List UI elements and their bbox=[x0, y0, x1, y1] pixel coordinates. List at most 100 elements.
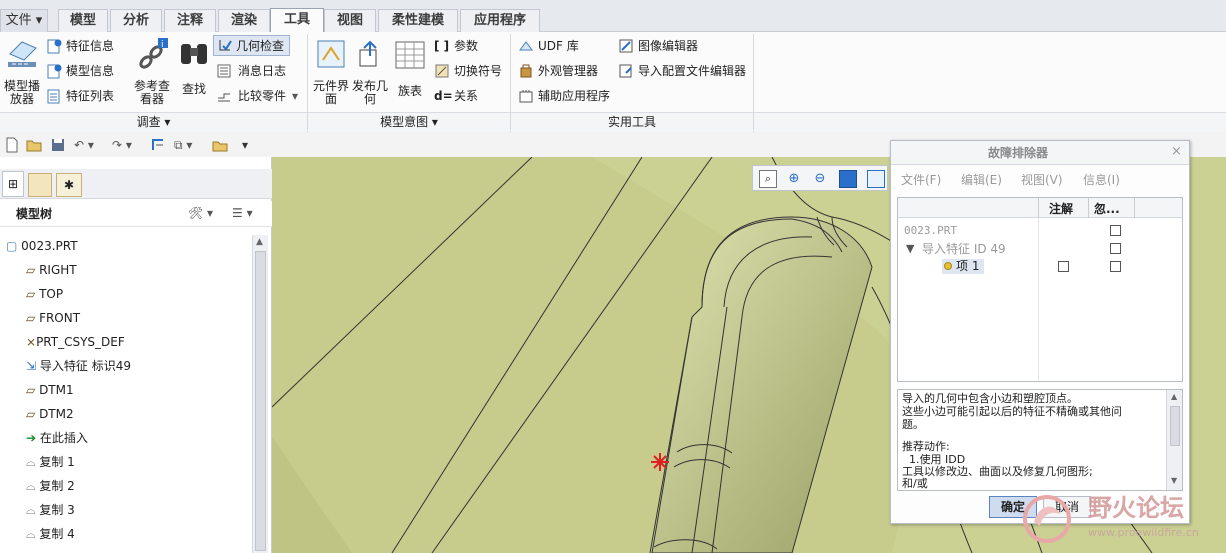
tree-item-label: TOP bbox=[39, 287, 64, 301]
model-player-label: 模型播放器 bbox=[3, 79, 40, 106]
tree-item-copy-1[interactable]: ⌓ 复制 1 bbox=[26, 450, 75, 474]
column-ignore[interactable]: 忽... bbox=[1094, 202, 1120, 216]
publish-geometry-button[interactable]: 发布几何 bbox=[352, 36, 388, 108]
tree-display-icon[interactable]: ☰ ▾ bbox=[232, 206, 253, 220]
undo-icon[interactable]: ↶ ▾ bbox=[74, 138, 94, 152]
tree-item-copy-2[interactable]: ⌓ 复制 2 bbox=[26, 474, 75, 498]
tree-item-csys[interactable]: ⨯PRT_CSYS_DEF bbox=[26, 330, 125, 354]
ignore-checkbox[interactable] bbox=[1110, 225, 1121, 236]
tab-model[interactable]: 模型 bbox=[58, 9, 108, 32]
compare-part-button[interactable]: 比较零件 ▾ bbox=[216, 86, 306, 106]
new-file-icon[interactable] bbox=[4, 137, 20, 153]
appearance-manager-button[interactable]: 外观管理器 bbox=[518, 61, 608, 81]
model-player-icon bbox=[8, 41, 37, 67]
menu-edit[interactable]: 编辑(E) bbox=[961, 173, 1002, 187]
scroll-up-icon[interactable]: ▲ bbox=[256, 237, 263, 247]
scroll-down-icon[interactable]: ▼ bbox=[1171, 476, 1177, 485]
close-window-icon[interactable] bbox=[212, 137, 228, 153]
tree-item-top[interactable]: ▱ TOP bbox=[26, 282, 63, 306]
scrollbar-thumb[interactable] bbox=[1170, 406, 1180, 446]
repaint-icon[interactable] bbox=[839, 170, 857, 188]
image-editor-button[interactable]: 图像编辑器 bbox=[618, 36, 708, 56]
message-log-button[interactable]: 消息日志 bbox=[216, 61, 296, 81]
copy-icon: ⌓ bbox=[26, 503, 36, 517]
switch-symbols-button[interactable]: 切换符号 bbox=[434, 61, 508, 81]
geometry-check-button[interactable]: 几何检查 bbox=[213, 35, 290, 56]
regenerate-icon[interactable] bbox=[150, 137, 166, 153]
publish-geometry-icon bbox=[359, 40, 377, 67]
selected-item[interactable]: 项 1 bbox=[942, 259, 984, 274]
ignore-checkbox[interactable] bbox=[1110, 243, 1121, 254]
annotation-checkbox[interactable] bbox=[1058, 261, 1069, 272]
forum-logo-icon bbox=[1023, 495, 1071, 543]
reference-viewer-label: 参考查看器 bbox=[133, 79, 170, 106]
datum-plane-icon: ▱ bbox=[26, 263, 36, 277]
tab-analysis[interactable]: 分析 bbox=[110, 9, 162, 32]
scrollbar-thumb[interactable] bbox=[255, 251, 266, 551]
group-utilities: 实用工具 bbox=[511, 112, 753, 132]
tab-annotate[interactable]: 注释 bbox=[164, 9, 216, 32]
expand-arrow-icon[interactable]: ▼ bbox=[906, 242, 914, 256]
tree-root-label[interactable]: 0023.PRT bbox=[904, 224, 957, 238]
message-scrollbar[interactable]: ▲ ▼ bbox=[1166, 390, 1182, 490]
tree-settings-icon[interactable]: 🛠 ▾ bbox=[188, 206, 213, 220]
zoom-out-icon[interactable]: ⊖ bbox=[811, 170, 829, 188]
column-annotation[interactable]: 注解 bbox=[1049, 202, 1073, 216]
open-folder-icon[interactable] bbox=[26, 137, 42, 153]
tab-flexible-modeling[interactable]: 柔性建模 bbox=[378, 9, 458, 32]
tree-item-dtm1[interactable]: ▱ DTM1 bbox=[26, 378, 74, 402]
udf-library-button[interactable]: UDF 库 bbox=[518, 36, 608, 56]
family-table-button[interactable]: 族表 bbox=[392, 36, 428, 108]
tree-item-right[interactable]: ▱ RIGHT bbox=[26, 258, 77, 282]
tab-model-tree-icon[interactable]: ⊞ bbox=[2, 171, 24, 197]
model-player-button[interactable]: 模型播放器 bbox=[2, 36, 42, 108]
group-investigate[interactable]: 调查 ▾ bbox=[0, 112, 307, 132]
menu-file[interactable]: 文件(F) bbox=[901, 173, 941, 187]
customize-toolbar-icon[interactable]: ▾ bbox=[242, 138, 248, 152]
tree-item-copy-4[interactable]: ⌓ 复制 4 bbox=[26, 522, 75, 546]
ignore-checkbox[interactable] bbox=[1110, 261, 1121, 272]
tab-applications[interactable]: 应用程序 bbox=[460, 9, 540, 32]
dialog-titlebar[interactable]: 故障排除器 × bbox=[891, 141, 1189, 165]
tree-item-copy-3[interactable]: ⌓ 复制 3 bbox=[26, 498, 75, 522]
save-icon[interactable] bbox=[50, 137, 66, 153]
feature-list-button[interactable]: 特征列表 bbox=[46, 86, 120, 106]
tab-view[interactable]: 视图 bbox=[324, 9, 376, 32]
import-config-editor-button[interactable]: 导入配置文件编辑器 bbox=[618, 61, 748, 81]
tree-item-import-feature[interactable]: ⇲ 导入特征 标识49 bbox=[26, 354, 131, 378]
model-tree-scrollbar[interactable]: ▲ bbox=[252, 235, 268, 553]
model-info-button[interactable]: 模型信息 bbox=[46, 61, 120, 81]
auxiliary-apps-button[interactable]: 辅助应用程序 bbox=[518, 86, 618, 106]
tab-folder-browser-icon[interactable] bbox=[28, 173, 52, 197]
tab-file[interactable]: 文件 ▾ bbox=[0, 9, 48, 32]
component-interface-button[interactable]: 元件界面 bbox=[313, 36, 349, 108]
relations-button[interactable]: d= 关系 bbox=[434, 86, 508, 106]
tree-item-insert-here[interactable]: ➔ 在此插入 bbox=[26, 426, 88, 450]
menu-info[interactable]: 信息(I) bbox=[1083, 173, 1120, 187]
tab-tools[interactable]: 工具 bbox=[270, 8, 324, 33]
display-style-icon[interactable] bbox=[867, 170, 885, 188]
group-model-intent[interactable]: 模型意图 ▾ bbox=[308, 112, 510, 132]
compare-part-label: 比较零件 bbox=[238, 89, 287, 103]
tree-item-part[interactable]: ▢ 0023.PRT bbox=[6, 234, 78, 258]
windows-icon[interactable]: ⧉ ▾ bbox=[174, 138, 192, 152]
tree-item-front[interactable]: ▱ FRONT bbox=[26, 306, 80, 330]
scroll-up-icon[interactable]: ▲ bbox=[1171, 392, 1177, 401]
tree-item-dtm2[interactable]: ▱ DTM2 bbox=[26, 402, 74, 426]
parameters-button[interactable]: [ ] 参数 bbox=[434, 36, 508, 56]
tab-render[interactable]: 渲染 bbox=[218, 9, 270, 32]
reference-viewer-button[interactable]: i 参考查看器 bbox=[130, 36, 174, 108]
redo-icon[interactable]: ↷ ▾ bbox=[112, 138, 132, 152]
refit-icon[interactable]: ⌕ bbox=[759, 170, 777, 188]
tab-favorites-icon[interactable]: ✱ bbox=[56, 173, 82, 197]
compare-part-dropdown-icon: ▾ bbox=[292, 89, 299, 103]
find-button[interactable]: 查找 bbox=[176, 36, 212, 108]
menu-view[interactable]: 视图(V) bbox=[1021, 173, 1063, 187]
tree-node-label[interactable]: 导入特征 ID 49 bbox=[922, 242, 1006, 256]
close-icon[interactable]: × bbox=[1171, 145, 1182, 159]
ribbon-tab-bar: 文件 ▾ 模型 分析 注释 渲染 工具 视图 柔性建模 应用程序 bbox=[0, 0, 1226, 33]
feature-info-button[interactable]: 特征信息 bbox=[46, 36, 120, 56]
warning-dot-icon bbox=[944, 262, 952, 270]
chain-link-icon: i bbox=[139, 38, 168, 69]
zoom-in-icon[interactable]: ⊕ bbox=[785, 170, 803, 188]
